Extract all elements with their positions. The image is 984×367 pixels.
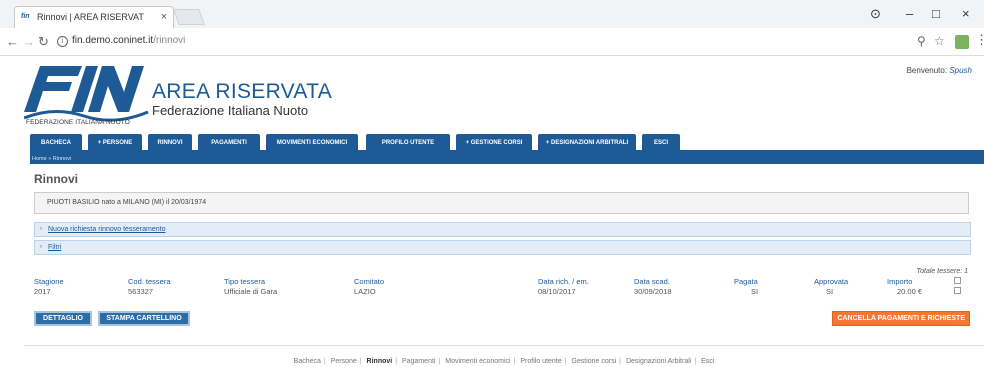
table-header: Comitato xyxy=(354,277,385,286)
footer-link-esci[interactable]: Esci xyxy=(701,358,714,365)
page-title: Rinnovi xyxy=(34,172,78,186)
welcome-label: Benvenuto: xyxy=(906,66,948,75)
table-header: Data rich. / em. xyxy=(538,277,589,286)
browser-tab[interactable]: fin Rinnovi | AREA RISERVAT × xyxy=(14,6,174,28)
footer-divider xyxy=(24,345,984,346)
accordion-new-renewal-label[interactable]: Nuova richiesta rinnovo tesseramento xyxy=(48,226,166,233)
table-header: Stagione xyxy=(34,277,64,286)
footer-link-profilo[interactable]: Profilo utente xyxy=(520,358,561,365)
bookmark-star-icon[interactable]: ☆ xyxy=(934,34,945,48)
breadcrumb[interactable]: Home » Rinnovi xyxy=(30,155,984,164)
cell-importo: 20.00 € xyxy=(897,287,923,296)
fin-favicon-icon: fin xyxy=(21,13,30,20)
zoom-icon[interactable]: ⚲ xyxy=(917,34,926,48)
account-icon[interactable]: ⊙ xyxy=(870,6,881,22)
table-header: Tipo tessera xyxy=(224,277,265,286)
cell-approvata: SI xyxy=(826,287,834,296)
forward-icon[interactable]: → xyxy=(22,34,35,49)
extension-icon[interactable] xyxy=(955,35,969,49)
accordion-filters[interactable]: › Filtri xyxy=(34,240,971,255)
table-header: Cod. tessera xyxy=(128,277,171,286)
url-host: fin.demo.coninet.it xyxy=(72,35,154,46)
url-path: /rinnovi xyxy=(153,35,186,46)
address-bar: ← → ↻ i fin.demo.coninet.it/rinnovi ⚲ ☆ … xyxy=(0,28,984,56)
table-header: Pagata xyxy=(734,277,758,286)
back-icon[interactable]: ← xyxy=(6,34,19,49)
footer-link-corsi[interactable]: Gestione corsi xyxy=(571,358,616,365)
more-menu-icon[interactable]: ⋮ xyxy=(975,32,984,48)
select-all-checkbox[interactable] xyxy=(954,277,961,284)
logo-subtitle: FEDERAZIONE ITALIANA NUOTO xyxy=(26,119,130,126)
cell-comitato: LAZIO xyxy=(354,287,376,296)
footer-link-bacheca[interactable]: Bacheca xyxy=(294,358,321,365)
chevron-right-icon: › xyxy=(40,226,42,232)
cell-data-richiesta: 08/10/2017 xyxy=(538,287,576,296)
tab-title: Rinnovi | AREA RISERVAT xyxy=(37,12,144,22)
footer-link-rinnovi[interactable]: Rinnovi xyxy=(367,358,393,365)
site-info-icon[interactable]: i xyxy=(57,36,68,47)
welcome-user[interactable]: Spush xyxy=(949,66,972,75)
person-info-box: PIUOTI BASILIO nato a MILANO (MI) il 20/… xyxy=(34,192,969,214)
dettaglio-button[interactable]: DETTAGLIO xyxy=(34,311,92,326)
welcome-text: Benvenuto: Spush xyxy=(907,66,972,75)
accordion-filters-label[interactable]: Filtri xyxy=(48,244,61,251)
table-header: Importo xyxy=(887,277,913,286)
fin-logo[interactable] xyxy=(24,62,154,124)
table-header: Data scad. xyxy=(634,277,670,286)
footer-link-movimenti[interactable]: Movimenti economici xyxy=(445,358,510,365)
cancella-pagamenti-button[interactable]: CANCELLA PAGAMENTI E RICHIESTE xyxy=(832,311,970,326)
cell-data-scadenza: 30/09/2018 xyxy=(634,287,672,296)
new-tab-button[interactable] xyxy=(173,9,205,25)
area-subtitle: Federazione Italiana Nuoto xyxy=(152,103,309,118)
cell-stagione: 2017 xyxy=(34,287,51,296)
footer-link-designazioni[interactable]: Designazioni Arbitrali xyxy=(626,358,691,365)
close-tab-icon[interactable]: × xyxy=(161,11,167,23)
accordion-new-renewal[interactable]: › Nuova richiesta rinnovo tesseramento xyxy=(34,222,971,237)
url-field[interactable]: fin.demo.coninet.it/rinnovi xyxy=(72,35,185,46)
page: FEDERAZIONE ITALIANA NUOTO AREA RISERVAT… xyxy=(24,56,984,367)
area-title: AREA RISERVATA xyxy=(152,80,333,103)
minimize-icon[interactable]: – xyxy=(906,6,913,21)
chevron-right-icon: › xyxy=(40,244,42,250)
stampa-cartellino-button[interactable]: STAMPA CARTELLINO xyxy=(98,311,190,326)
footer-link-persone[interactable]: Persone xyxy=(331,358,357,365)
row-checkbox[interactable] xyxy=(954,287,961,294)
total-cards: Totale tessere: 1 xyxy=(916,268,969,275)
footer-link-pagamenti[interactable]: Pagamenti xyxy=(402,358,435,365)
maximize-icon[interactable]: □ xyxy=(932,6,940,21)
person-info: PIUOTI BASILIO nato a MILANO (MI) il 20/… xyxy=(47,199,207,206)
cell-cod-tessera: 563327 xyxy=(128,287,154,296)
footer-nav: Bacheca | Persone | Rinnovi | Pagamenti | Mo… xyxy=(293,358,715,365)
reload-icon[interactable]: ↻ xyxy=(38,34,49,50)
table-header: Approvata xyxy=(814,277,849,286)
cell-tipo-tessera: Ufficiale di Gara xyxy=(224,287,278,296)
browser-tab-bar: fin Rinnovi | AREA RISERVAT × ⊙ – □ × xyxy=(0,0,984,28)
cell-pagata: SI xyxy=(751,287,759,296)
close-window-icon[interactable]: × xyxy=(962,6,970,21)
